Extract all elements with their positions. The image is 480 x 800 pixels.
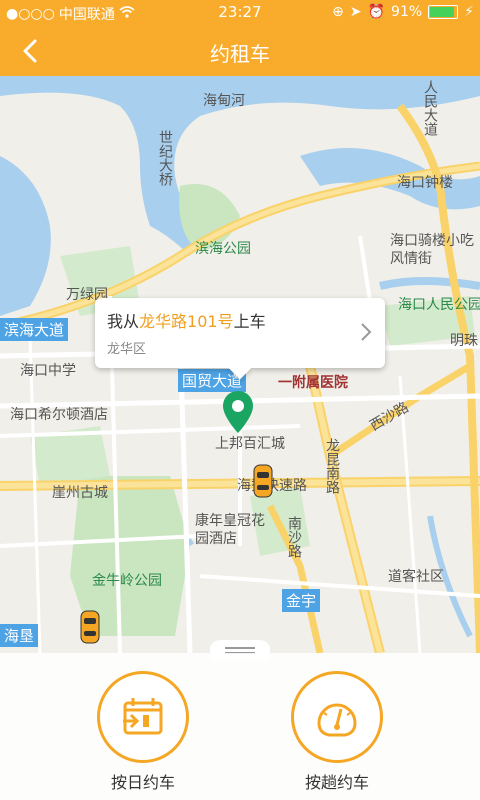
map-label: 崖州古城 [52, 485, 108, 501]
map-label: 海口人民公园 [398, 297, 480, 313]
pickup-address: 龙华路101号 [139, 312, 234, 331]
map-label: 海口骑楼小吃风情街 [390, 233, 474, 267]
pickup-district: 龙华区 [107, 342, 147, 357]
calendar-arrow-icon [123, 698, 163, 735]
map-label: 世纪大桥 [157, 130, 173, 186]
status-bar: ●○○○ 中国联通 23:27 ⊕ ➤ ⏰ 91% ⚡ [0, 0, 480, 26]
action-panel: 按日约车 按趟约车 [0, 653, 480, 800]
map-label: 一附属医院 [278, 375, 348, 391]
map-label: 金宇 [282, 589, 321, 612]
map-label: 道客社区 [388, 569, 444, 585]
speedometer-icon [317, 703, 357, 737]
pickup-text: 我从龙华路101号上车 [107, 308, 266, 332]
map-label: 滨海大道 [0, 318, 69, 341]
book-by-day-label: 按日约车 [110, 773, 175, 792]
location-pin-icon [221, 389, 255, 435]
location-arrow-icon: ➤ [349, 4, 362, 20]
map-label: 滨海公园 [195, 241, 251, 257]
map-label: 金牛岭公园 [92, 573, 162, 589]
chevron-right-icon [361, 323, 372, 341]
status-right: ⊕ ➤ ⏰ 91% ⚡ [332, 4, 474, 20]
pickup-prefix: 我从 [107, 312, 140, 331]
map-label: 龙昆南路 [324, 438, 340, 494]
pickup-suffix: 上车 [233, 312, 266, 331]
book-by-day-circle [97, 671, 189, 763]
taxi-icon [79, 609, 101, 645]
map-label: 海垦 [0, 624, 39, 647]
book-by-trip-circle [291, 671, 383, 763]
nav-bar: 约租车 [0, 26, 480, 76]
map-label: 海口钟楼 [397, 175, 453, 191]
page-title: 约租车 [210, 42, 270, 66]
lock-rotation-icon: ⊕ [332, 4, 344, 20]
map-label: 海口希尔顿酒店 [10, 407, 108, 423]
battery-percent: 91% [391, 4, 423, 20]
map-label: 上邦百汇城 [215, 436, 285, 452]
map-label: 海口中学 [20, 363, 76, 379]
book-by-trip-label: 按趟约车 [304, 773, 369, 792]
map-label: 人民大道 [422, 80, 438, 136]
book-by-trip-button[interactable]: 按趟约车 [287, 671, 387, 793]
map-label: 海甸河 [203, 93, 245, 109]
map-label: 康年皇冠花园酒店 [195, 513, 265, 547]
map-label: 明珠 [450, 333, 478, 349]
book-by-day-button[interactable]: 按日约车 [93, 671, 193, 793]
alarm-icon: ⏰ [367, 4, 386, 20]
charging-icon: ⚡ [464, 4, 474, 20]
pickup-callout[interactable]: 我从龙华路101号上车 龙华区 [95, 298, 385, 380]
taxi-icon [252, 463, 274, 499]
battery-icon [428, 5, 459, 19]
map-label: 南沙路 [286, 516, 302, 558]
